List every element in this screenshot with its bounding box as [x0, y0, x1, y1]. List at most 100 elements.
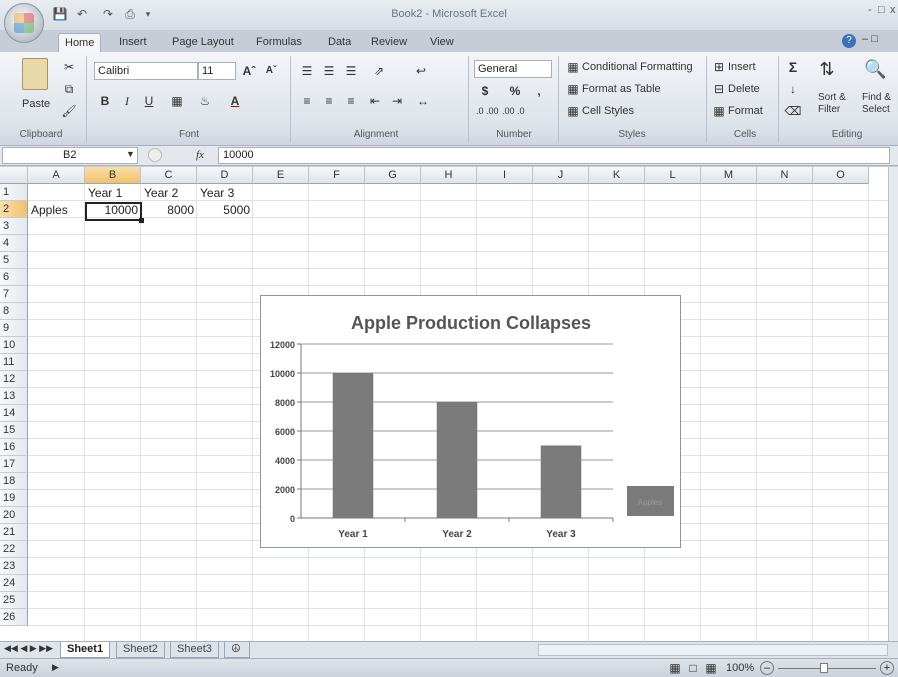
cell-d1[interactable]: Year 3 — [197, 185, 237, 202]
clear-icon[interactable]: ⌫ — [784, 102, 802, 120]
cell-c1[interactable]: Year 2 — [141, 185, 181, 202]
tab-data[interactable]: Data — [322, 33, 357, 52]
align-center-icon[interactable]: ≡ — [320, 92, 338, 110]
increase-decimal-button[interactable]: .0 .00 — [476, 106, 500, 116]
borders-icon[interactable]: ▦ — [168, 92, 186, 110]
column-header-i[interactable]: I — [477, 167, 533, 184]
cell-a2[interactable]: Apples — [28, 202, 71, 219]
normal-view-icon[interactable]: ▦ — [666, 659, 684, 677]
column-header-a[interactable]: A — [28, 167, 85, 184]
conditional-formatting-icon[interactable]: ▦ — [564, 58, 582, 76]
row-header-25[interactable]: 25 — [0, 592, 28, 609]
row-header-6[interactable]: 6 — [0, 269, 28, 286]
sheet-tab-sheet3[interactable]: Sheet3 — [170, 642, 219, 658]
column-header-d[interactable]: D — [197, 167, 253, 184]
paste-button[interactable]: Paste — [22, 98, 50, 110]
row-header-23[interactable]: 23 — [0, 558, 28, 575]
delete-cells-button[interactable]: Delete — [728, 83, 760, 95]
column-header-k[interactable]: K — [589, 167, 645, 184]
column-header-n[interactable]: N — [757, 167, 813, 184]
row-header-7[interactable]: 7 — [0, 286, 28, 303]
insert-cells-icon[interactable]: ⊞ — [710, 58, 728, 76]
sheet-tab-sheet1[interactable]: Sheet1 — [60, 642, 111, 658]
autosum-button[interactable]: Σ — [784, 58, 802, 76]
row-header-10[interactable]: 10 — [0, 337, 28, 354]
row-header-8[interactable]: 8 — [0, 303, 28, 320]
cell-styles-button[interactable]: Cell Styles — [582, 105, 634, 117]
column-header-m[interactable]: M — [701, 167, 757, 184]
tab-home[interactable]: Home — [58, 33, 102, 52]
zoom-level[interactable]: 100% — [726, 662, 754, 674]
select-all-button[interactable] — [0, 167, 28, 184]
page-layout-view-icon[interactable]: □ — [684, 659, 702, 677]
format-cells-icon[interactable]: ▦ — [710, 102, 728, 120]
find-select-label-2[interactable]: Select — [862, 104, 890, 115]
ribbon-minimize-button[interactable]: – □ — [862, 33, 878, 45]
zoom-in-button[interactable]: + — [880, 661, 894, 675]
cell-d2[interactable]: 5000 — [197, 202, 253, 219]
conditional-formatting-button[interactable]: Conditional Formatting — [582, 61, 693, 73]
column-header-g[interactable]: G — [365, 167, 421, 184]
cell-styles-icon[interactable]: ▦ — [564, 102, 582, 120]
undo-icon[interactable]: ↶ — [74, 6, 90, 22]
align-left-icon[interactable]: ≡ — [298, 92, 316, 110]
insert-sheet-icon[interactable]: ☮ — [224, 642, 250, 658]
column-header-c[interactable]: C — [141, 167, 197, 184]
zoom-out-button[interactable]: – — [760, 661, 774, 675]
row-header-9[interactable]: 9 — [0, 320, 28, 337]
column-header-e[interactable]: E — [253, 167, 309, 184]
sort-filter-label[interactable]: Sort & — [818, 92, 846, 103]
format-cells-button[interactable]: Format — [728, 105, 763, 117]
percent-button[interactable]: % — [506, 82, 524, 100]
help-icon[interactable]: ? — [842, 34, 856, 48]
underline-button[interactable]: U — [140, 92, 158, 110]
row-header-24[interactable]: 24 — [0, 575, 28, 592]
name-box-dropdown-icon[interactable]: ▼ — [126, 149, 135, 159]
row-header-3[interactable]: 3 — [0, 218, 28, 235]
font-size-select[interactable]: 11 — [198, 62, 236, 80]
tab-review[interactable]: Review — [365, 33, 413, 52]
bold-button[interactable]: B — [96, 92, 114, 110]
row-header-21[interactable]: 21 — [0, 524, 28, 541]
minimize-button[interactable]: - — [868, 4, 872, 16]
active-cell-selection[interactable] — [85, 202, 144, 223]
column-header-f[interactable]: F — [309, 167, 365, 184]
wrap-text-icon[interactable]: ↩ — [412, 62, 430, 80]
row-header-13[interactable]: 13 — [0, 388, 28, 405]
currency-button[interactable]: $ — [476, 82, 494, 100]
tab-formulas[interactable]: Formulas — [250, 33, 308, 52]
cell-c2[interactable]: 8000 — [141, 202, 197, 219]
align-bottom-icon[interactable]: ☰ — [342, 62, 360, 80]
sheet-nav-arrows-icon[interactable]: ◀◀ ◀ ▶ ▶▶ — [4, 643, 53, 654]
find-select-label[interactable]: Find & — [862, 92, 891, 103]
decrease-indent-icon[interactable]: ⇤ — [366, 92, 384, 110]
column-header-l[interactable]: L — [645, 167, 701, 184]
row-header-17[interactable]: 17 — [0, 456, 28, 473]
font-color-icon[interactable]: A — [226, 92, 244, 110]
row-header-2[interactable]: 2 — [0, 201, 28, 218]
redo-icon[interactable]: ↷ — [100, 6, 116, 22]
number-format-select[interactable]: General — [474, 60, 552, 78]
row-header-4[interactable]: 4 — [0, 235, 28, 252]
font-name-select[interactable]: Calibri — [94, 62, 198, 80]
column-header-j[interactable]: J — [533, 167, 589, 184]
worksheet-grid[interactable]: ABCDEFGHIJKLMNO 1 2 3 4 5 6 7 8 9 10 11 12 13 14 15 16 1… — [0, 167, 888, 641]
name-box[interactable]: B2 — [2, 147, 138, 164]
column-header-h[interactable]: H — [421, 167, 477, 184]
tab-page-layout[interactable]: Page Layout — [166, 33, 240, 52]
insert-cells-button[interactable]: Insert — [728, 61, 756, 73]
sort-filter-icon[interactable]: ⇅ — [818, 60, 836, 78]
fill-color-icon[interactable]: ♨ — [196, 92, 214, 110]
close-button[interactable]: x — [890, 4, 896, 16]
zoom-slider-thumb[interactable] — [820, 663, 828, 673]
save-icon[interactable]: 💾 — [52, 6, 68, 22]
sort-filter-label-2[interactable]: Filter — [818, 104, 840, 115]
office-button[interactable] — [4, 3, 44, 43]
row-header-11[interactable]: 11 — [0, 354, 28, 371]
shrink-font-button[interactable]: Aˇ — [262, 62, 280, 80]
page-break-view-icon[interactable]: ▦ — [702, 659, 720, 677]
sheet-tab-sheet2[interactable]: Sheet2 — [116, 642, 165, 658]
column-header-o[interactable]: O — [813, 167, 869, 184]
customize-qat-icon[interactable]: ▾ — [140, 6, 156, 22]
row-header-18[interactable]: 18 — [0, 473, 28, 490]
